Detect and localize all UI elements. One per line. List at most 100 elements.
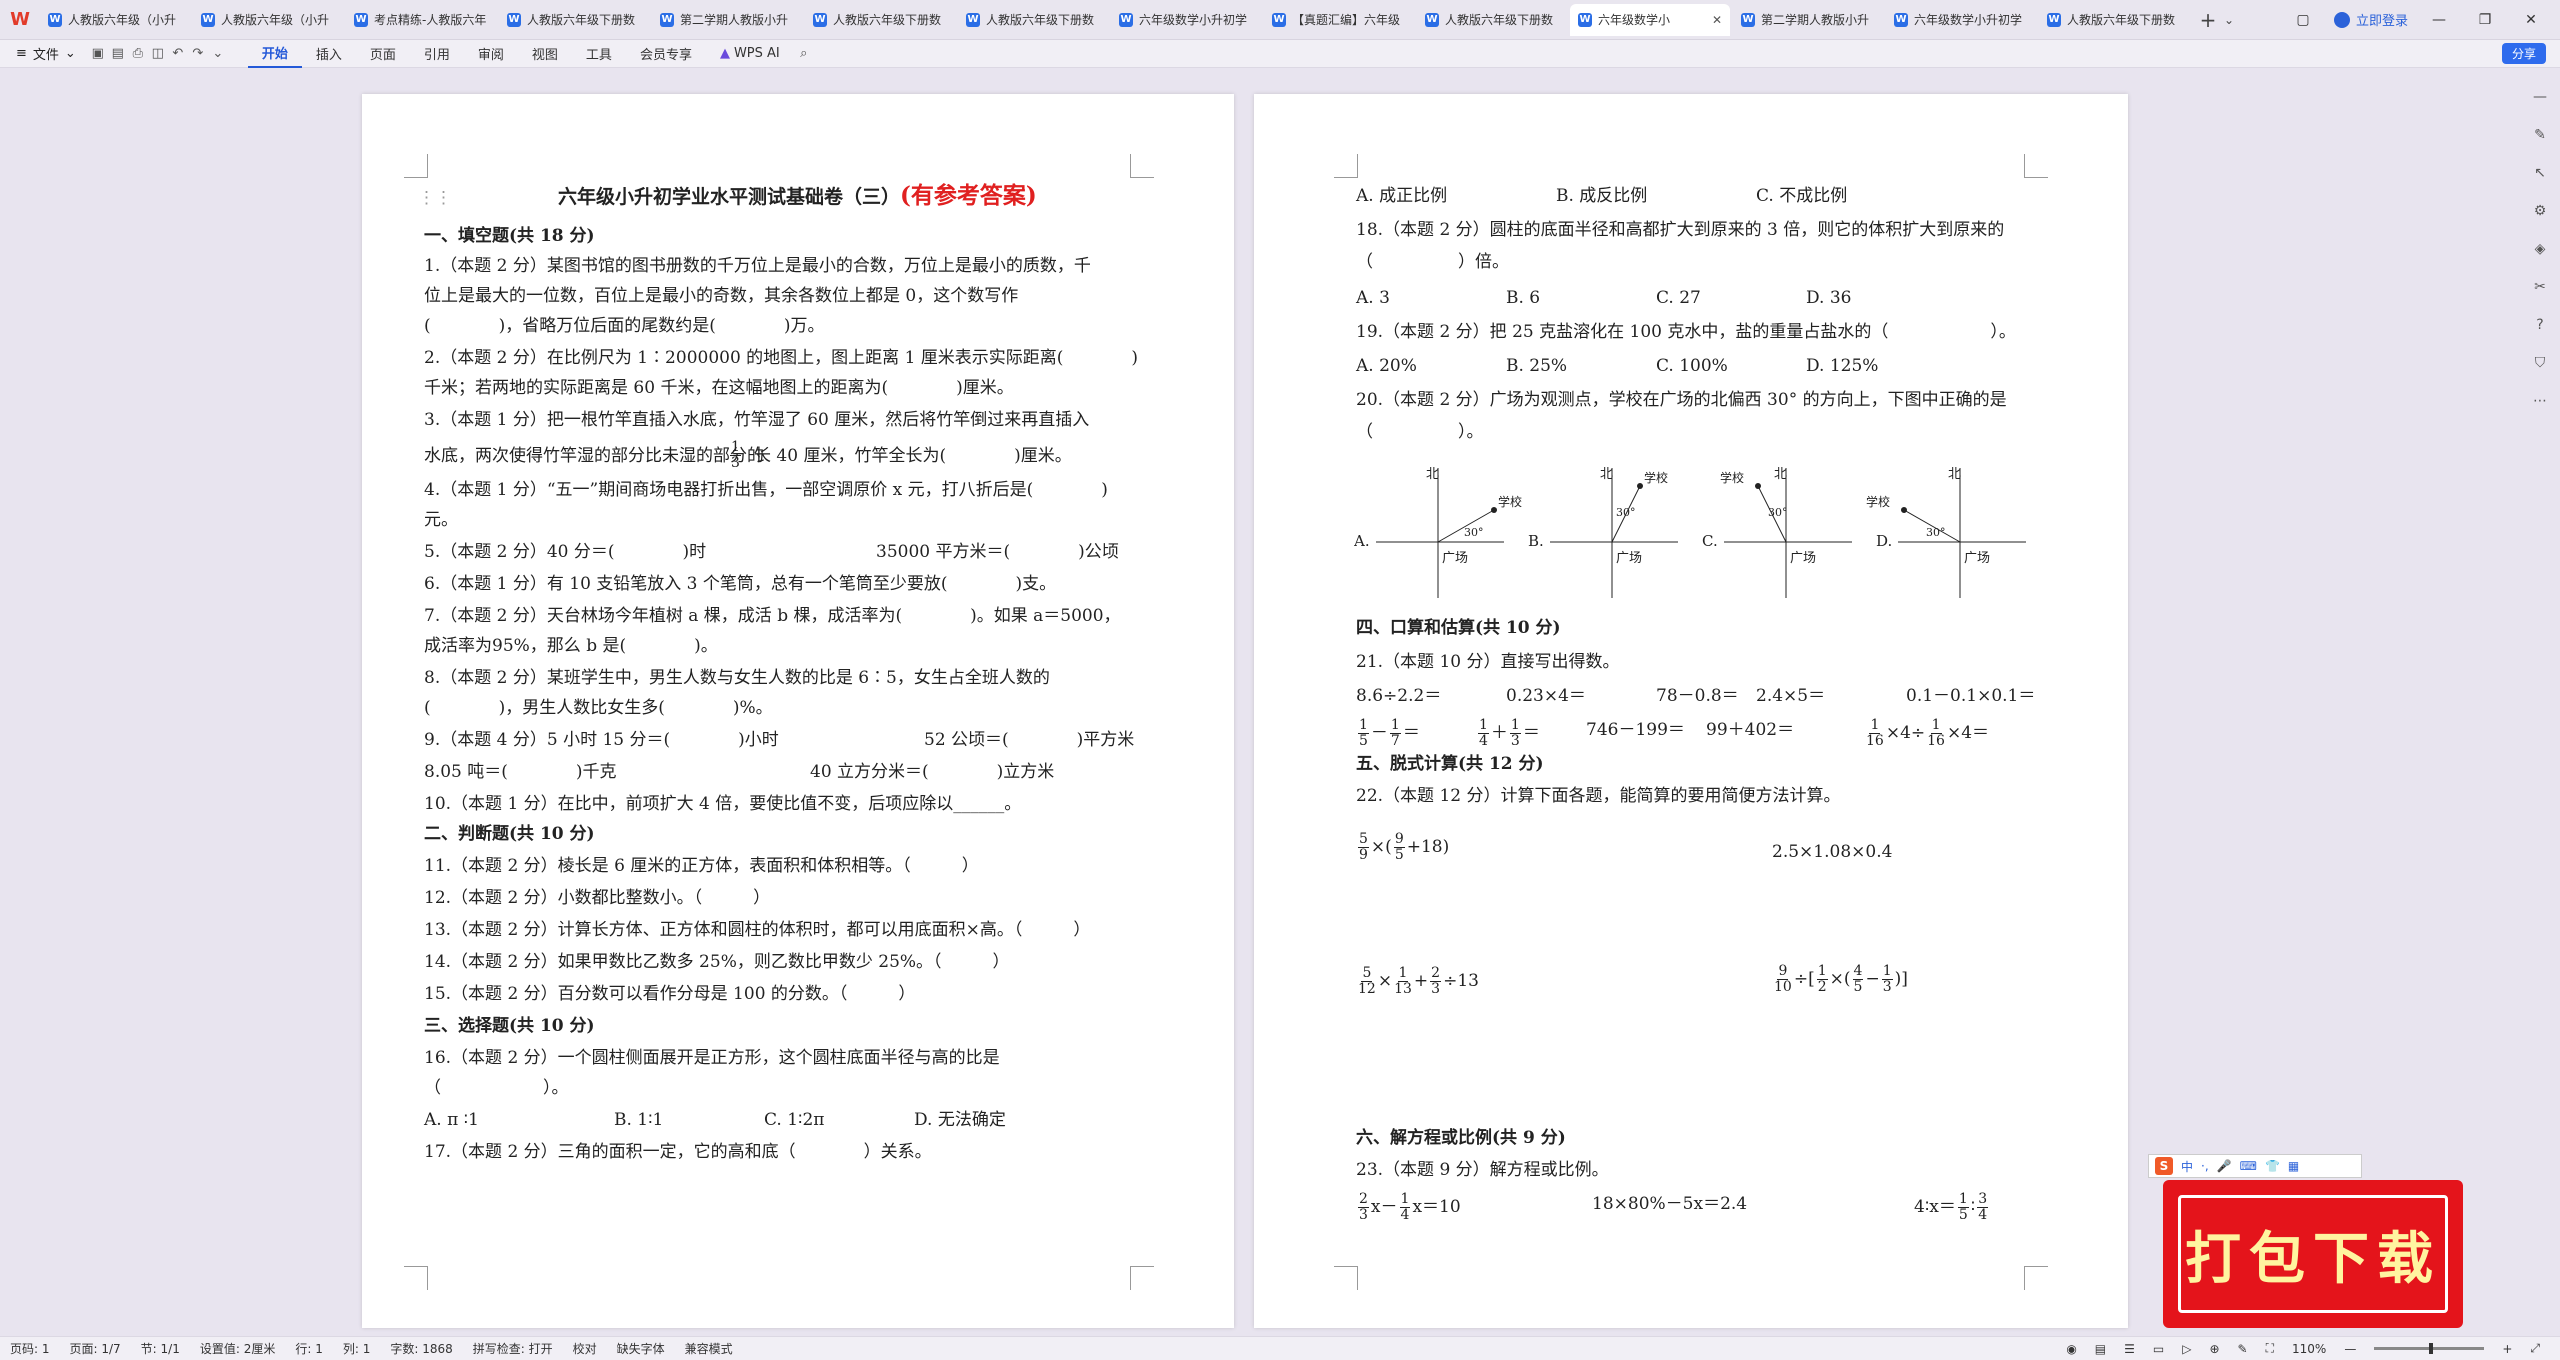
keyboard-icon[interactable]: ⌨ (2240, 1159, 2257, 1173)
file-menu-label: 文件 (32, 48, 59, 63)
outline-view-icon[interactable]: ☰ (2124, 1342, 2135, 1356)
direction-diagram: A. 北广场 学校 30° B. 北广场 学校 30° C. 北广场 学校 30° D. 北广场 学校 30° (1354, 467, 2026, 598)
play-icon[interactable]: ▷ (2182, 1342, 2191, 1356)
eye-protection-icon[interactable]: ◉ (2066, 1342, 2076, 1356)
document-page-2[interactable]: A. 成正比例 B. 成反比例 C. 不成比例 18.（本题 2 分）圆柱的底面半径和… (1254, 94, 2128, 1328)
menu-item[interactable]: 工具 (572, 40, 626, 68)
close-window-icon[interactable]: ✕ (2516, 12, 2546, 28)
tab-document[interactable]: W 考点精练-人教版六年 (346, 4, 496, 36)
drag-handle-icon[interactable]: ⋮⋮ (418, 186, 452, 210)
tab-document[interactable]: W 人教版六年级下册数 (958, 4, 1108, 36)
review-icon[interactable]: ◈ (2531, 240, 2549, 258)
undo-icon[interactable]: ↶ (168, 46, 188, 61)
toolbox-icon[interactable]: ▦ (2288, 1159, 2299, 1173)
tab-label: 人教版六年级（小升 (221, 13, 330, 27)
tab-document[interactable]: W 人教版六年级下册数 (2039, 4, 2189, 36)
question-text: 9.（本题 4 分）5 小时 15 分＝( )小时 (424, 730, 779, 750)
read-mode-icon[interactable]: ▭ (2153, 1342, 2164, 1356)
export-pdf-icon[interactable]: ▤ (108, 46, 128, 61)
tab-document[interactable]: W 人教版六年级下册数 (1417, 4, 1567, 36)
more-icon[interactable]: ⋯ (2531, 392, 2549, 410)
equation-1: 2 3 x－ 1 4 x＝10 (1358, 1191, 1461, 1223)
page-view-icon[interactable]: ▤ (2095, 1342, 2106, 1356)
tab-document[interactable]: W 六年级数学小升初学 (1886, 4, 2036, 36)
write-mode-icon[interactable]: ✎ (2238, 1342, 2248, 1356)
word-doc-icon: W (1741, 12, 1755, 27)
quick-access-chevron-icon[interactable]: ⌄ (208, 46, 228, 61)
ime-toolbar[interactable]: S 中 ·, 🎤 ⌨ 👕 ▦ (2148, 1154, 2362, 1178)
expr-calc-4: 9 10 ÷[1 2 ×(4 5−1 3)] (1774, 963, 1908, 995)
download-pack-banner[interactable]: 打包下载 (2163, 1180, 2463, 1328)
fraction-numerator: 1 (730, 439, 741, 456)
tools-icon[interactable]: ✂ (2531, 278, 2549, 296)
menu-item[interactable]: 页面 (356, 40, 410, 68)
skin-icon[interactable]: 👕 (2265, 1159, 2280, 1173)
zoom-out-icon[interactable]: — (2344, 1342, 2356, 1356)
tab-close-icon[interactable]: ✕ (1712, 13, 1722, 27)
new-tab-button[interactable]: + (2192, 4, 2224, 36)
north-label: 北 (1600, 467, 1613, 482)
print-preview-icon[interactable]: ◫ (148, 46, 168, 61)
status-item: 页面: 1/7 (69, 1342, 121, 1356)
file-menu[interactable]: ≡ 文件 ⌄ (0, 44, 88, 63)
question-text: 1.（本题 2 分）某图书馆的图书册数的千万位上是最小的合数，万位上是最小的质数… (424, 256, 1091, 276)
zoom-slider-knob[interactable] (2429, 1343, 2434, 1354)
tab-list-chevron-icon[interactable]: ⌄ (2224, 13, 2234, 27)
zoom-level[interactable]: 110% (2292, 1342, 2326, 1356)
tab-document[interactable]: W 人教版六年级下册数 (499, 4, 649, 36)
select-icon[interactable]: ↖ (2531, 164, 2549, 182)
save-icon[interactable]: ▣ (88, 46, 108, 61)
help-icon[interactable]: ? (2531, 316, 2549, 334)
section-heading: 二、判断题(共 10 分) (424, 824, 595, 844)
punctuation-icon[interactable]: ·, (2201, 1159, 2209, 1173)
backup-icon[interactable]: ⛉ (2531, 354, 2549, 372)
wps-ai-button[interactable]: ▲ WPS AI (706, 40, 794, 68)
tab-document[interactable]: W 第二学期人教版小升 (1733, 4, 1883, 36)
status-item[interactable]: 拼写检查: 打开 (473, 1340, 553, 1357)
login-button[interactable]: 立即登录 (2333, 10, 2408, 29)
status-item[interactable]: 校对 (573, 1340, 597, 1357)
restore-icon[interactable]: ❐ (2470, 12, 2500, 28)
menu-item[interactable]: 插入 (302, 40, 356, 68)
edit-icon[interactable]: ✎ (2531, 126, 2549, 144)
status-item[interactable]: 字数: 1868 (390, 1340, 452, 1357)
zoom-slider[interactable] (2374, 1343, 2485, 1354)
document-page-1[interactable]: ⋮⋮ 六年级小升初学业水平测试基础卷（三）(有参考答案) 一、填空题(共 18 … (362, 94, 1234, 1328)
wps-logo-icon[interactable]: W (0, 0, 40, 40)
settings-icon[interactable]: ⚙ (2531, 202, 2549, 220)
crop-mark (2024, 154, 2048, 178)
expr-frac-mixed: 1 16 ×4÷ 1 16 ×4＝ (1866, 717, 1990, 749)
menu-item[interactable]: 审阅 (464, 40, 518, 68)
web-view-icon[interactable]: ⊕ (2209, 1342, 2219, 1356)
question-text: 3.（本题 1 分）把一根竹竿直插入水底，竹竿湿了 60 厘米，然后将竹竿倒过来… (424, 410, 1090, 430)
tab-document[interactable]: W 六年级数学小 ✕ (1570, 3, 1730, 36)
menu-item[interactable]: 视图 (518, 40, 572, 68)
search-icon[interactable]: ⌕ (794, 46, 814, 61)
minimize-icon[interactable]: — (2424, 12, 2454, 28)
tab-document[interactable]: W 【真题汇编】六年级 (1264, 4, 1414, 36)
ime-language[interactable]: 中 (2181, 1158, 2193, 1175)
word-doc-icon: W (201, 12, 215, 27)
status-item[interactable]: 缺失字体 (617, 1340, 665, 1357)
tab-label: 【真题汇编】六年级 (1292, 13, 1401, 27)
tab-document[interactable]: W 人教版六年级下册数 (805, 4, 955, 36)
status-item[interactable]: 兼容模式 (685, 1340, 733, 1357)
tab-document[interactable]: W 人教版六年级（小升 (40, 4, 190, 36)
fullscreen-icon[interactable]: ⤢ (2530, 1341, 2540, 1356)
menu-item[interactable]: 会员专享 (626, 40, 706, 68)
collapse-icon[interactable]: — (2531, 88, 2549, 106)
menu-item[interactable]: 引用 (410, 40, 464, 68)
section-heading: 三、选择题(共 10 分) (424, 1016, 595, 1036)
print-icon[interactable]: ⎙ (128, 46, 148, 61)
share-button[interactable]: 分享 (2501, 43, 2546, 64)
menu-item[interactable]: 开始 (247, 40, 302, 68)
redo-icon[interactable]: ↷ (188, 46, 208, 61)
tab-document[interactable]: W 人教版六年级（小升 (193, 4, 343, 36)
tab-document[interactable]: W 六年级数学小升初学 (1111, 4, 1261, 36)
tile-windows-icon[interactable]: ▢ (2288, 12, 2318, 28)
fit-icon[interactable]: ⛶ (2266, 1341, 2274, 1356)
tab-document[interactable]: W 第二学期人教版小升 (652, 4, 802, 36)
word-doc-icon: W (660, 12, 674, 27)
zoom-in-icon[interactable]: + (2502, 1342, 2512, 1356)
microphone-icon[interactable]: 🎤 (2217, 1159, 2232, 1173)
